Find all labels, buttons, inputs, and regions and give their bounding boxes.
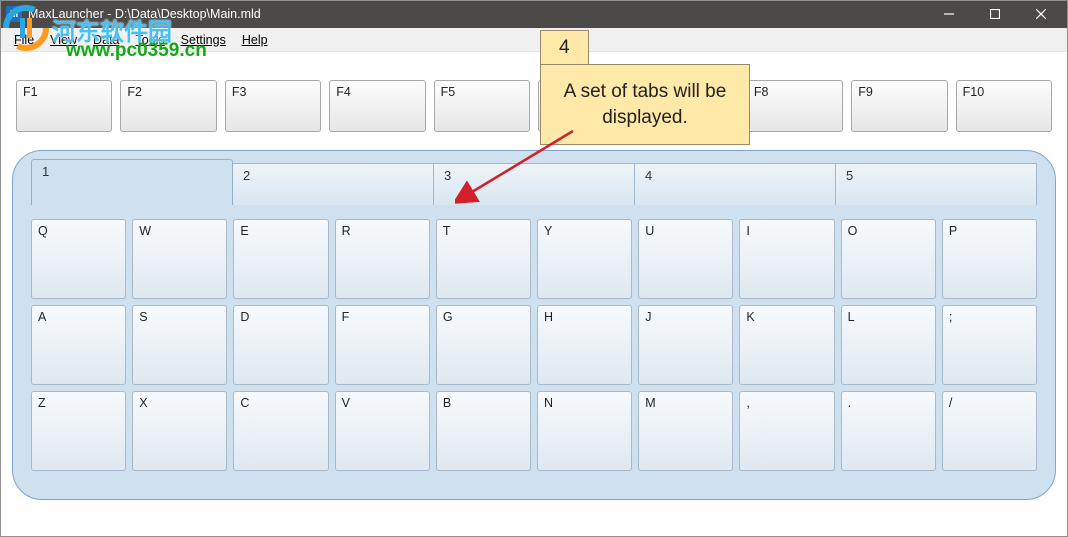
key-grid: Q W E R T Y U I O P A S D F G H J K L ; … [31, 205, 1037, 471]
menu-item-settings[interactable]: Settings [173, 31, 234, 49]
callout-text-box: A set of tabs will be displayed. [540, 64, 750, 145]
key-t[interactable]: T [436, 219, 531, 299]
menu-label: View [50, 33, 77, 47]
tab-3[interactable]: 3 [433, 163, 635, 205]
key-f[interactable]: F [335, 305, 430, 385]
tab-5[interactable]: 5 [835, 163, 1037, 205]
key-v[interactable]: V [335, 391, 430, 471]
key-c[interactable]: C [233, 391, 328, 471]
key-z[interactable]: Z [31, 391, 126, 471]
key-i[interactable]: I [739, 219, 834, 299]
close-icon [1036, 9, 1046, 19]
minimize-button[interactable] [926, 0, 972, 28]
menu-item-file[interactable]: File [6, 31, 42, 49]
keyboard-panel: 1 2 3 4 5 Q W E R T Y U I O P A S D F G … [12, 150, 1056, 500]
menu-label: Tools [135, 33, 164, 47]
key-row-3: Z X C V B N M , . / [31, 391, 1037, 471]
key-q[interactable]: Q [31, 219, 126, 299]
key-comma[interactable]: , [739, 391, 834, 471]
tab-4[interactable]: 4 [634, 163, 836, 205]
key-b[interactable]: B [436, 391, 531, 471]
fkey-f5[interactable]: F5 [434, 80, 530, 132]
key-period[interactable]: . [841, 391, 936, 471]
key-k[interactable]: K [739, 305, 834, 385]
menu-item-view[interactable]: View [42, 31, 85, 49]
key-j[interactable]: J [638, 305, 733, 385]
window-title: MaxLauncher - D:\Data\Desktop\Main.mld [28, 7, 261, 21]
maximize-button[interactable] [972, 0, 1018, 28]
key-semicolon[interactable]: ; [942, 305, 1037, 385]
menu-label: Help [242, 33, 268, 47]
key-row-2: A S D F G H J K L ; [31, 305, 1037, 385]
key-row-1: Q W E R T Y U I O P [31, 219, 1037, 299]
key-e[interactable]: E [233, 219, 328, 299]
key-d[interactable]: D [233, 305, 328, 385]
key-h[interactable]: H [537, 305, 632, 385]
menu-bar: File View Data Tools Settings Help [0, 28, 1068, 52]
fkey-f1[interactable]: F1 [16, 80, 112, 132]
key-g[interactable]: G [436, 305, 531, 385]
tab-2[interactable]: 2 [232, 163, 434, 205]
maximize-icon [990, 9, 1000, 19]
key-p[interactable]: P [942, 219, 1037, 299]
key-s[interactable]: S [132, 305, 227, 385]
key-n[interactable]: N [537, 391, 632, 471]
title-bar: M MaxLauncher - D:\Data\Desktop\Main.mld [0, 0, 1068, 28]
key-x[interactable]: X [132, 391, 227, 471]
key-a[interactable]: A [31, 305, 126, 385]
fkey-f9[interactable]: F9 [851, 80, 947, 132]
menu-item-help[interactable]: Help [234, 31, 276, 49]
close-button[interactable] [1018, 0, 1064, 28]
menu-label: Data [93, 33, 119, 47]
menu-label: File [14, 33, 34, 47]
key-w[interactable]: W [132, 219, 227, 299]
fkey-f2[interactable]: F2 [120, 80, 216, 132]
menu-item-data[interactable]: Data [85, 31, 127, 49]
key-m[interactable]: M [638, 391, 733, 471]
minimize-icon [944, 9, 954, 19]
app-icon: M [6, 6, 22, 22]
callout-step-box: 4 [540, 30, 589, 66]
fkey-f10[interactable]: F10 [956, 80, 1052, 132]
menu-item-tools[interactable]: Tools [127, 31, 172, 49]
function-key-row: F1 F2 F3 F4 F5 F6 F7 F8 F9 F10 [0, 52, 1068, 144]
key-l[interactable]: L [841, 305, 936, 385]
fkey-f4[interactable]: F4 [329, 80, 425, 132]
key-o[interactable]: O [841, 219, 936, 299]
fkey-f3[interactable]: F3 [225, 80, 321, 132]
key-u[interactable]: U [638, 219, 733, 299]
menu-label: Settings [181, 33, 226, 47]
key-slash[interactable]: / [942, 391, 1037, 471]
fkey-f8[interactable]: F8 [747, 80, 843, 132]
key-r[interactable]: R [335, 219, 430, 299]
tab-1[interactable]: 1 [31, 159, 233, 205]
tab-row: 1 2 3 4 5 [31, 163, 1037, 205]
key-y[interactable]: Y [537, 219, 632, 299]
